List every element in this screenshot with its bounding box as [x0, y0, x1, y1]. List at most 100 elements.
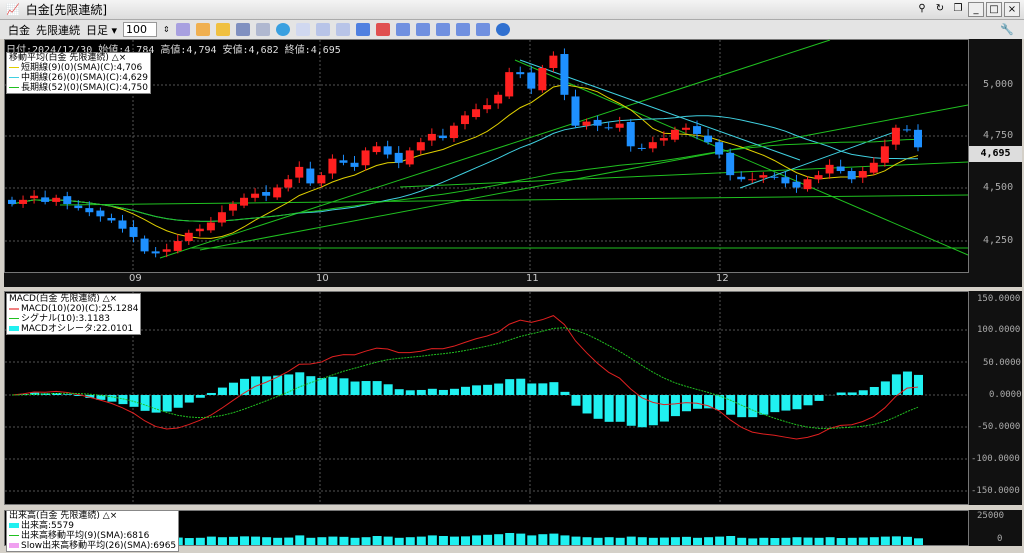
- candle-body: [902, 129, 911, 131]
- oscillator-bar: [449, 388, 459, 395]
- candle-body: [449, 125, 458, 139]
- collapse-icon[interactable]: △: [103, 511, 110, 521]
- volume-ma-value: 出来高移動平均(9)(SMA):6816: [21, 531, 150, 541]
- candle-body: [527, 72, 536, 89]
- oscillator-bar: [151, 395, 161, 413]
- candle-body: [880, 146, 889, 163]
- volume-bar: [670, 537, 680, 545]
- candle-body: [284, 179, 293, 188]
- candle-body: [394, 152, 403, 163]
- volume-bar: [615, 537, 625, 545]
- candle-body: [505, 72, 514, 97]
- candle-body: [372, 146, 381, 153]
- oscillator-bar: [251, 376, 261, 395]
- volume-bar: [361, 537, 371, 545]
- volume-bar: [659, 537, 669, 545]
- ma-legend-title: 移動平均(白金 先限連続): [9, 53, 109, 63]
- candle-body: [85, 208, 94, 213]
- macd-legend-title: MACD(白金 先限連続): [9, 294, 100, 304]
- oscillator-bar: [427, 388, 437, 395]
- oscillator-bar: [626, 395, 636, 426]
- candle-body: [416, 142, 425, 151]
- candle-body: [173, 241, 182, 251]
- oscillator-bar: [637, 395, 647, 428]
- volume-value: 出来高:5579: [21, 521, 74, 531]
- oscillator-bar: [759, 395, 769, 415]
- oscillator-bar: [394, 389, 404, 395]
- volume-bar: [217, 537, 227, 545]
- oscillator-bar: [173, 395, 183, 408]
- volume-bar: [737, 537, 747, 545]
- candle-body: [129, 227, 138, 237]
- oscillator-bar: [914, 374, 923, 395]
- volume-bar: [262, 537, 272, 545]
- close-legend-icon[interactable]: ×: [110, 511, 118, 521]
- candle-body: [593, 119, 602, 126]
- candle-body: [328, 158, 337, 174]
- candle-body: [162, 249, 171, 252]
- candle-body: [825, 164, 834, 174]
- oscillator-bar: [693, 395, 703, 409]
- volume-bar: [836, 538, 846, 545]
- oscillator-bar: [858, 390, 868, 395]
- oscillator-bar: [184, 395, 194, 403]
- candle-body: [41, 197, 50, 202]
- volume-bar: [582, 537, 592, 545]
- oscillator-bar: [814, 395, 824, 401]
- oscillator-bar: [891, 374, 901, 395]
- volume-bar: [405, 537, 415, 545]
- oscillator-bar: [483, 384, 493, 395]
- volume-legend-title: 出来高(白金 先限連続): [9, 511, 100, 521]
- candle-body: [361, 150, 370, 166]
- candle-body: [626, 121, 635, 147]
- oscillator-bar: [306, 376, 316, 395]
- macd-line: [11, 315, 919, 440]
- oscillator-bar: [560, 391, 570, 395]
- candle-body: [317, 175, 326, 184]
- oscillator-bar: [582, 395, 592, 414]
- candle-body: [295, 166, 304, 178]
- volume-bar: [748, 538, 758, 545]
- oscillator-bar: [527, 383, 537, 395]
- oscillator-bar: [140, 395, 150, 411]
- volume-slow-ma-value: Slow出来高移動平均(26)(SMA):6965: [21, 541, 177, 551]
- volume-bar: [571, 536, 581, 545]
- volume-bar: [781, 537, 791, 545]
- moving-average-line: [11, 115, 919, 222]
- oscillator-bar: [748, 395, 758, 418]
- candle-body: [251, 193, 260, 198]
- candle-body: [670, 129, 679, 140]
- collapse-icon[interactable]: △: [103, 294, 110, 304]
- candle-body: [63, 196, 72, 204]
- chart-canvas: [5, 39, 969, 545]
- candle-body: [472, 109, 481, 118]
- oscillator-bar: [339, 378, 349, 395]
- oscillator-bar: [295, 372, 305, 395]
- volume-bar: [704, 537, 714, 545]
- candle-body: [781, 177, 790, 184]
- oscillator-bar: [438, 389, 448, 395]
- volume-bar: [880, 536, 890, 545]
- collapse-icon[interactable]: △: [112, 53, 119, 63]
- oscillator-bar: [217, 387, 227, 395]
- moving-average-line: [11, 84, 919, 239]
- trendline: [399, 161, 969, 188]
- volume-bar: [472, 535, 482, 545]
- candle-body: [847, 171, 856, 180]
- volume-bar: [483, 534, 493, 545]
- candle-body: [30, 195, 39, 199]
- candle-body: [140, 238, 149, 252]
- volume-bar: [416, 536, 426, 545]
- volume-bar: [372, 536, 382, 545]
- close-legend-icon[interactable]: ×: [110, 294, 118, 304]
- volume-bar: [449, 536, 459, 545]
- candle-body: [560, 54, 569, 95]
- oscillator-bar: [162, 395, 172, 412]
- candle-body: [118, 220, 127, 229]
- oscillator-bar: [648, 395, 658, 426]
- candle-body: [383, 146, 392, 155]
- oscillator-bar: [350, 381, 360, 395]
- candle-body: [206, 222, 215, 231]
- close-legend-icon[interactable]: ×: [119, 53, 127, 63]
- candle-body: [770, 176, 779, 178]
